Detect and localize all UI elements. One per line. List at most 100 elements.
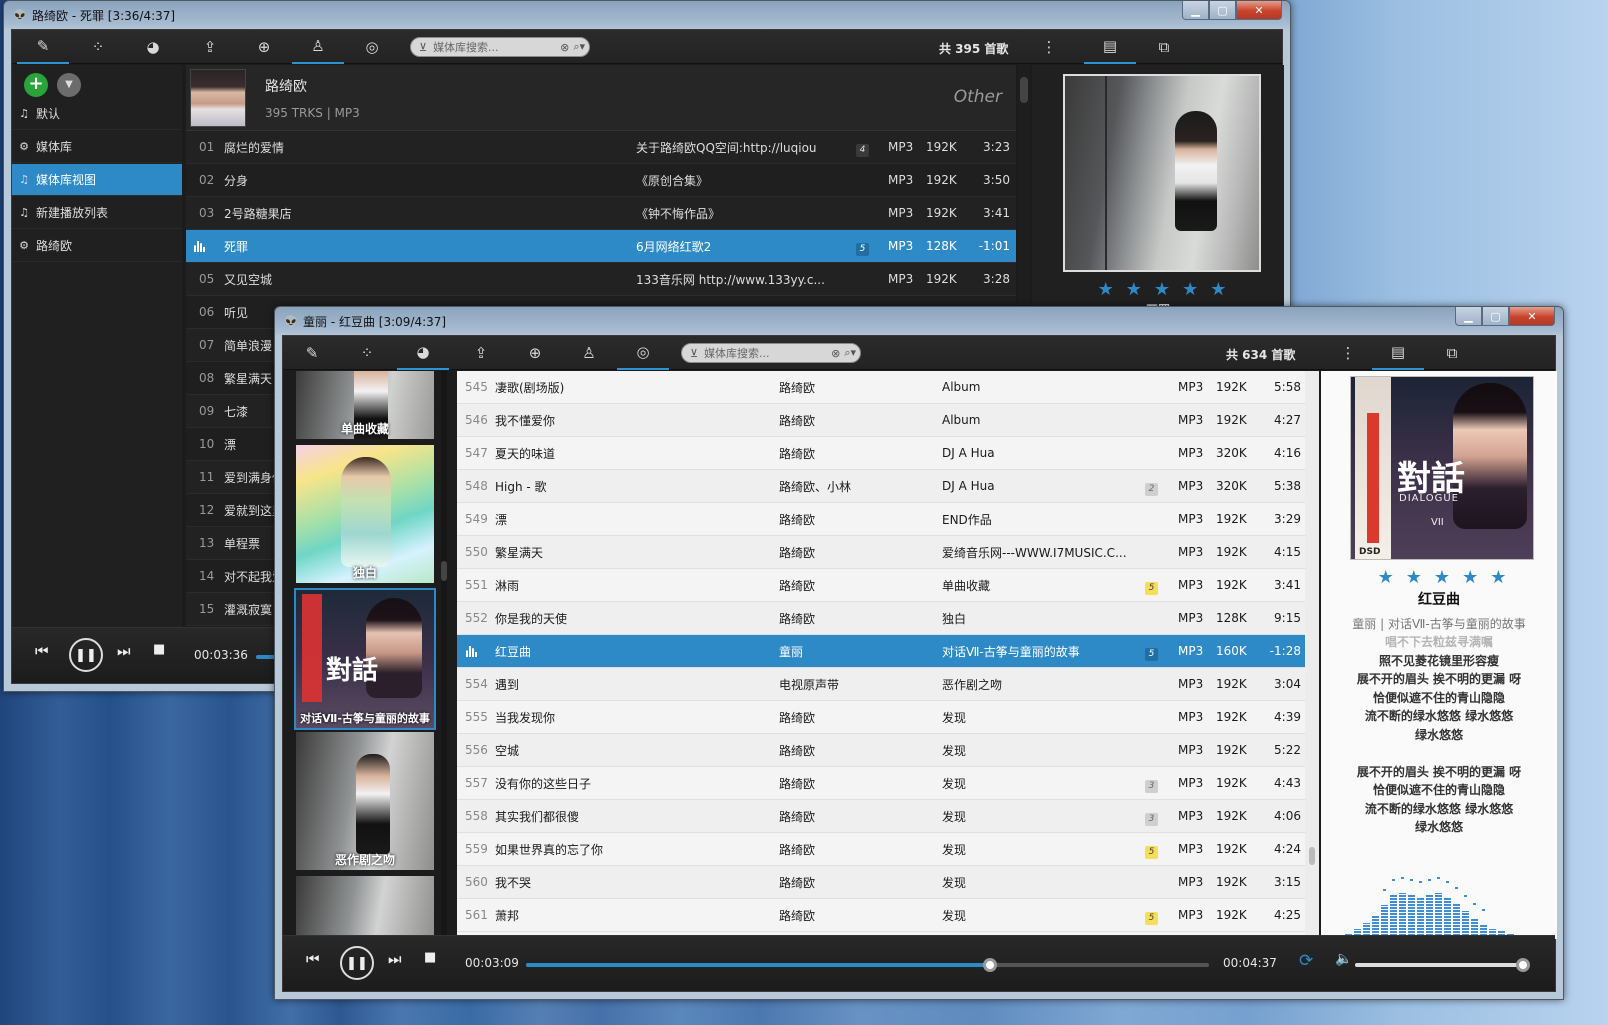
search-box[interactable]: ⊻ 媒体库搜索... ⊗ ⌕▾: [410, 37, 590, 57]
track-row[interactable]: 548 High - 歌 路绮欧、小林 DJ A Hua 2 MP3 320K 5:38: [457, 470, 1305, 503]
repeat-icon[interactable]: ⟳: [1299, 951, 1313, 971]
star-icon[interactable]: ★: [1182, 279, 1198, 300]
clear-icon[interactable]: ⊗: [560, 41, 569, 54]
add-circle-icon[interactable]: ⊕: [238, 30, 290, 64]
search-box[interactable]: ⊻ 媒体库搜索... ⊗ ⌕▾: [681, 343, 861, 363]
star-icon[interactable]: ★: [1210, 279, 1226, 300]
info-panel-icon[interactable]: ⧉: [1426, 336, 1478, 370]
previous-icon[interactable]: ⏮: [306, 950, 320, 968]
track-row[interactable]: 558 其实我们都很傻 路绮欧 发现 3 MP3 192K 4:06: [457, 800, 1305, 833]
sidebar-item-new-playlist[interactable]: ♫ 新建播放列表: [12, 197, 182, 229]
artist-circle-icon[interactable]: ◕: [127, 30, 179, 64]
maximize-button[interactable]: ▢: [1482, 307, 1509, 326]
star-icon[interactable]: ★: [1098, 279, 1114, 300]
album-tile[interactable]: [296, 876, 434, 939]
track-row[interactable]: 555 当我发现你 路绮欧 发现 MP3 192K 4:39: [457, 701, 1305, 734]
star-icon[interactable]: ★: [1490, 567, 1506, 588]
volume-knob[interactable]: [1516, 958, 1530, 972]
track-row[interactable]: 560 我不哭 路绮欧 发现 MP3 192K 3:15: [457, 866, 1305, 899]
album-cover[interactable]: 對話 DIALOGUE VII DSD: [1350, 376, 1534, 560]
star-icon[interactable]: ★: [1462, 567, 1478, 588]
next-icon[interactable]: ⏭: [117, 642, 131, 660]
artist-circle-icon[interactable]: ◕: [397, 336, 449, 370]
person-icon[interactable]: ♙: [563, 336, 615, 370]
stop-icon[interactable]: ■: [424, 950, 436, 965]
title-bar[interactable]: 👽 童丽 - 红豆曲 [3:09/4:37] ▁ ▢ ✕: [275, 307, 1563, 335]
track-row[interactable]: 551 淋雨 路绮欧 单曲收藏 5 MP3 192K 3:41: [457, 569, 1305, 602]
sidebar-item-default[interactable]: ♫ 默认: [12, 98, 182, 130]
stop-icon[interactable]: ■: [153, 642, 165, 657]
clear-icon[interactable]: ⊗: [831, 347, 840, 360]
track-row[interactable]: 561 萧邦 路绮欧 发现 5 MP3 192K 4:25: [457, 899, 1305, 932]
share-icon[interactable]: ⇪: [455, 336, 507, 370]
add-playlist-button[interactable]: +: [24, 73, 48, 97]
track-row[interactable]: 02 分身 《原创合集》 MP3 192K 3:50: [186, 164, 1016, 197]
share-icon[interactable]: ⇪: [184, 30, 236, 64]
info-panel-icon[interactable]: ⧉: [1138, 30, 1190, 64]
star-icon[interactable]: ★: [1406, 567, 1422, 588]
track-row-playing[interactable]: 死罪 6月网络红歌2 5 MP3 128K -1:01: [186, 230, 1016, 263]
rating-stars[interactable]: ★ ★ ★ ★ ★: [1063, 279, 1261, 300]
star-icon[interactable]: ★: [1126, 279, 1142, 300]
edit-list-icon[interactable]: ✎: [17, 30, 69, 64]
sidebar-item-library-view[interactable]: ♫ 媒体库视图: [12, 164, 182, 196]
edit-list-icon[interactable]: ✎: [286, 336, 338, 370]
add-circle-icon[interactable]: ⊕: [509, 336, 561, 370]
album-tile-selected[interactable]: 對話 对话Ⅶ-古筝与童丽的故事: [294, 588, 436, 730]
rating-stars[interactable]: ★ ★ ★ ★ ★: [1350, 567, 1534, 588]
disc-icon[interactable]: ◎: [346, 30, 398, 64]
star-icon[interactable]: ★: [1154, 279, 1170, 300]
search-icon[interactable]: ⌕▾: [573, 40, 585, 54]
volume-slider[interactable]: [1355, 958, 1530, 972]
more-menu-icon[interactable]: ⋮: [1034, 30, 1064, 64]
title-bar[interactable]: 👽 路绮欧 - 死罪 [3:36/4:37] ▁ ▢ ✕: [4, 1, 1290, 29]
star-icon[interactable]: ★: [1434, 567, 1450, 588]
person-icon[interactable]: ♙: [292, 30, 344, 64]
album-tile[interactable]: 单曲收藏: [296, 371, 434, 439]
track-row[interactable]: 545 凄歌(剧场版) 路绮欧 Album MP3 192K 5:58: [457, 371, 1305, 404]
track-row[interactable]: 554 遇到 电视原声带 恶作剧之吻 MP3 192K 3:04: [457, 668, 1305, 701]
minimize-button[interactable]: ▁: [1182, 1, 1209, 20]
sidebar-item-library[interactable]: ⚙ 媒体库: [12, 131, 182, 163]
panel-view-icon[interactable]: ▤: [1084, 30, 1136, 64]
filter-icon[interactable]: ⊻: [419, 41, 427, 54]
track-row[interactable]: 556 空城 路绮欧 发现 MP3 192K 5:22: [457, 734, 1305, 767]
pause-button[interactable]: ❚❚: [340, 946, 374, 980]
album-cover[interactable]: [1063, 74, 1261, 272]
sidebar-item-artist[interactable]: ⚙ 路绮欧: [12, 230, 182, 262]
list-scrollbar[interactable]: [1305, 371, 1319, 937]
track-row[interactable]: 552 你是我的天使 路绮欧 独白 MP3 128K 9:15: [457, 602, 1305, 635]
minimize-button[interactable]: ▁: [1455, 307, 1482, 326]
track-row[interactable]: 01 腐烂的爱情 关于路绮欧QQ空间:http://luqiou 4 MP3 192K 3:…: [186, 131, 1016, 164]
grid-view-icon[interactable]: ⁘: [341, 336, 393, 370]
dropdown-button[interactable]: ▼: [57, 73, 81, 97]
artist-thumbnail[interactable]: [190, 69, 246, 127]
grid-view-icon[interactable]: ⁘: [72, 30, 124, 64]
track-row[interactable]: 550 繁星满天 路绮欧 爱绮音乐网---WWW.I7MUSIC.C... MP3 192…: [457, 536, 1305, 569]
close-button[interactable]: ✕: [1236, 1, 1282, 20]
track-row[interactable]: 03 2号路糖果店 《钟不悔作品》 MP3 192K 3:41: [186, 197, 1016, 230]
track-row[interactable]: 557 没有你的这些日子 路绮欧 发现 3 MP3 192K 4:43: [457, 767, 1305, 800]
search-icon[interactable]: ⌕▾: [844, 346, 856, 360]
track-row[interactable]: 549 漂 路绮欧 END作品 MP3 192K 3:29: [457, 503, 1305, 536]
filter-icon[interactable]: ⊻: [690, 347, 698, 360]
track-row[interactable]: 546 我不懂爱你 路绮欧 Album MP3 192K 4:27: [457, 404, 1305, 437]
star-icon[interactable]: ★: [1378, 567, 1394, 588]
volume-icon[interactable]: 🔈: [1335, 951, 1352, 967]
panel-view-icon[interactable]: ▤: [1372, 336, 1424, 370]
previous-icon[interactable]: ⏮: [35, 642, 49, 660]
track-row[interactable]: 05 又见空城 133音乐网 http://www.133yy.c... MP3 192…: [186, 263, 1016, 296]
album-tile[interactable]: 恶作剧之吻: [296, 732, 434, 870]
track-row-playing[interactable]: 红豆曲 童丽 对话Ⅶ-古筝与童丽的故事 5 MP3 160K -1:28: [457, 635, 1305, 668]
next-icon[interactable]: ⏭: [388, 950, 402, 968]
maximize-button[interactable]: ▢: [1209, 1, 1236, 20]
track-row[interactable]: 559 如果世界真的忘了你 路绮欧 发现 5 MP3 192K 4:24: [457, 833, 1305, 866]
pause-button[interactable]: ❚❚: [69, 638, 103, 672]
album-scrollbar[interactable]: [441, 371, 447, 939]
close-button[interactable]: ✕: [1509, 307, 1555, 326]
disc-icon[interactable]: ◎: [617, 336, 669, 370]
progress-bar[interactable]: [526, 958, 1209, 972]
album-tile[interactable]: 独白: [296, 445, 434, 583]
progress-knob[interactable]: [983, 958, 998, 972]
track-row[interactable]: 547 夏天的味道 路绮欧 DJ A Hua MP3 320K 4:16: [457, 437, 1305, 470]
